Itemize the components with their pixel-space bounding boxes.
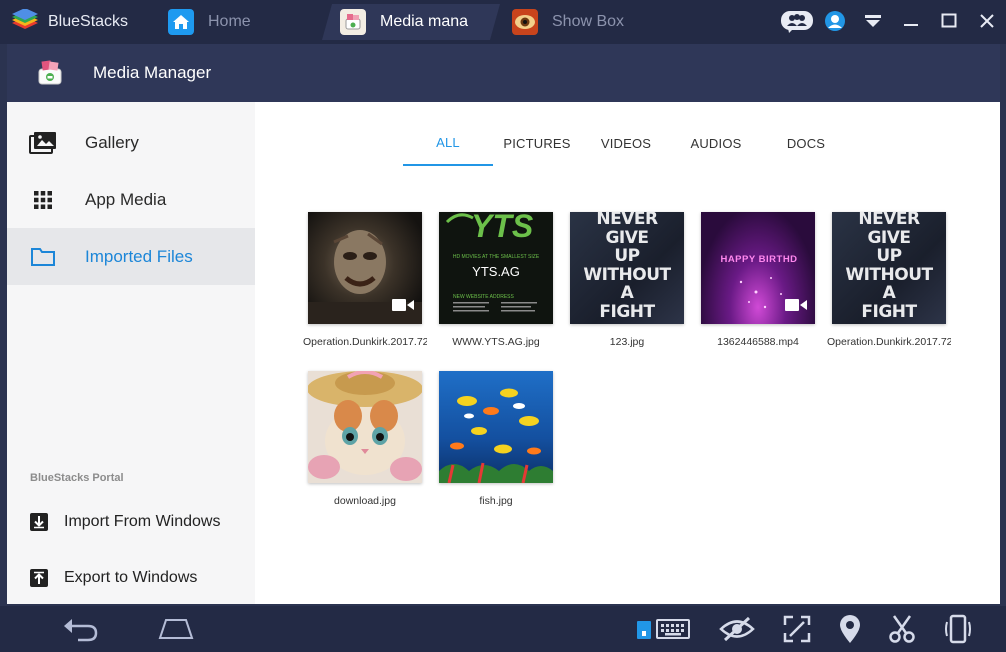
- show-box-tab-icon: [512, 9, 538, 35]
- sidebar-item-app-media[interactable]: App Media: [7, 171, 255, 228]
- file-thumbnail: NEVER GIVE UP WITHOUT A FIGHT: [570, 212, 684, 324]
- brand-name: BlueStacks: [48, 13, 129, 30]
- scissors-icon[interactable]: [884, 614, 920, 644]
- file-name: Operation.Dunkirk.2017.720p.BluRay.x264-: [827, 336, 951, 348]
- file-tile[interactable]: fish.jpg: [434, 371, 558, 521]
- menu-dropdown-icon[interactable]: [854, 6, 892, 36]
- file-tile[interactable]: NEVER GIVE UP WITHOUT A FIGHT 123.jpg: [565, 212, 689, 362]
- tab-audios[interactable]: AUDIOS: [671, 120, 761, 166]
- file-thumbnail: HAPPY BIRTHD: [701, 212, 815, 324]
- eye-icon[interactable]: [716, 614, 758, 644]
- community-icon[interactable]: [778, 6, 816, 36]
- tab-showbox-label: Show Box: [552, 13, 625, 30]
- file-tile[interactable]: HAPPY BIRTHD 1362446588.mp4: [696, 212, 820, 362]
- tab-home[interactable]: Home: [168, 4, 328, 40]
- bluestacks-logo-icon: [12, 9, 38, 29]
- file-thumbnail: [439, 371, 553, 483]
- video-badge-icon: [392, 299, 414, 311]
- file-thumbnail: [308, 212, 422, 324]
- file-tile[interactable]: Operation.Dunkirk.2017.720p.BluRay.x264-: [303, 212, 427, 362]
- export-to-windows-button[interactable]: Export to Windows: [7, 558, 255, 598]
- file-browser: ALL PICTURES VIDEOS AUDIOS DOCS Operatio…: [255, 102, 1000, 604]
- page-title: Media Manager: [93, 63, 212, 82]
- file-thumbnail: [308, 371, 422, 483]
- rotate-phone-icon[interactable]: [940, 614, 976, 644]
- title-bar: BlueStacks Home Media mana Show Box: [0, 0, 1006, 44]
- video-badge-icon: [785, 299, 807, 311]
- tab-show-box[interactable]: Show Box: [498, 4, 668, 40]
- back-icon[interactable]: [58, 614, 102, 644]
- sidebar-item-label: Gallery: [85, 132, 139, 152]
- tab-media-label: Media mana: [380, 13, 469, 30]
- quote-text: NEVER GIVE UP WITHOUT A FIGHT: [583, 212, 671, 322]
- file-name: 123.jpg: [609, 336, 645, 348]
- window-controls: [778, 6, 1006, 36]
- quote-text: NEVER GIVE UP WITHOUT A FIGHT: [845, 212, 933, 322]
- location-icon[interactable]: [832, 614, 868, 644]
- tab-docs[interactable]: DOCS: [761, 120, 851, 166]
- media-manager-app-icon: [38, 60, 62, 85]
- file-name: download.jpg: [334, 495, 396, 507]
- account-icon[interactable]: [816, 6, 854, 36]
- file-tile[interactable]: NEVER GIVE UP WITHOUT A FIGHT Operation.…: [827, 212, 951, 362]
- filter-tabs: ALL PICTURES VIDEOS AUDIOS DOCS: [403, 120, 851, 168]
- minimize-icon[interactable]: [892, 6, 930, 36]
- home-icon[interactable]: [154, 614, 198, 644]
- fullscreen-icon[interactable]: [778, 614, 816, 644]
- folder-icon: [29, 243, 57, 271]
- tab-all[interactable]: ALL: [403, 120, 493, 166]
- sidebar: Gallery App Media Imported Files BlueSta…: [7, 102, 255, 604]
- file-name: 1362446588.mp4: [717, 336, 799, 348]
- content-area: Gallery App Media Imported Files BlueSta…: [7, 102, 1000, 604]
- sidebar-item-gallery[interactable]: Gallery: [7, 114, 255, 171]
- import-from-windows-button[interactable]: Import From Windows: [7, 502, 255, 542]
- file-thumbnail: NEVER GIVE UP WITHOUT A FIGHT: [832, 212, 946, 324]
- close-icon[interactable]: [968, 6, 1006, 36]
- tab-videos[interactable]: VIDEOS: [581, 120, 671, 166]
- tab-home-label: Home: [208, 13, 251, 30]
- sidebar-item-label: Imported Files: [85, 246, 193, 266]
- keyboard-icon[interactable]: [634, 614, 692, 644]
- export-icon: [30, 569, 48, 587]
- sidebar-item-label: App Media: [85, 189, 167, 209]
- sidebar-item-imported-files[interactable]: Imported Files: [7, 228, 255, 285]
- portal-item-label: Export to Windows: [64, 569, 198, 586]
- maximize-icon[interactable]: [930, 6, 968, 36]
- media-manager-tab-icon: [340, 9, 366, 35]
- file-thumbnail: YTS HD MOVIES AT THE SMALLEST SIZE YTS.A…: [439, 212, 553, 324]
- app-header: Media Manager: [7, 44, 1000, 102]
- bottom-toolbar: [0, 606, 1006, 652]
- tab-media-manager[interactable]: Media mana: [322, 4, 500, 40]
- portal-heading: BlueStacks Portal: [30, 472, 124, 484]
- file-name: Operation.Dunkirk.2017.720p.BluRay.x264-: [303, 336, 427, 348]
- home-tab-icon: [168, 9, 194, 35]
- gallery-icon: [29, 129, 57, 157]
- file-tile[interactable]: download.jpg: [303, 371, 427, 521]
- grid-icon: [29, 186, 57, 214]
- file-name: WWW.YTS.AG.jpg: [452, 336, 540, 348]
- bluestacks-brand: BlueStacks: [10, 8, 128, 36]
- import-icon: [30, 513, 48, 531]
- tab-pictures[interactable]: PICTURES: [493, 120, 581, 166]
- file-tile[interactable]: YTS HD MOVIES AT THE SMALLEST SIZE YTS.A…: [434, 212, 558, 362]
- portal-item-label: Import From Windows: [64, 513, 221, 530]
- file-name: fish.jpg: [479, 495, 513, 507]
